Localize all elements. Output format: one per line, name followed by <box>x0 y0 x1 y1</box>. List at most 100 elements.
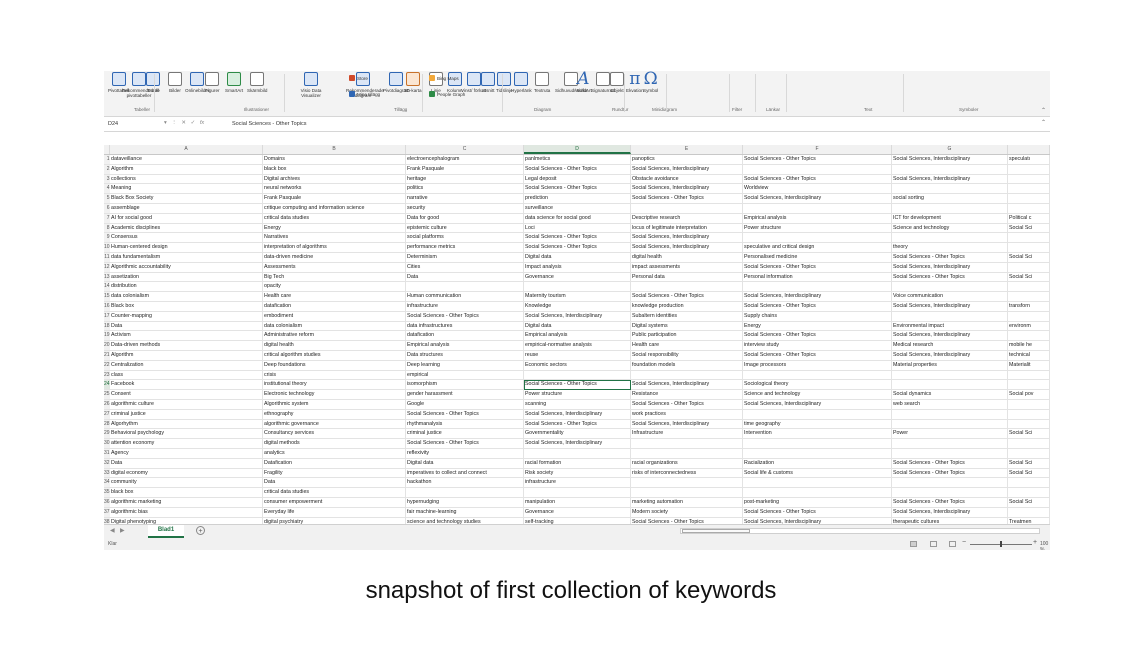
cell[interactable]: Digital systems <box>631 321 743 332</box>
ribbon-button-wordart[interactable]: A WordArt <box>575 71 592 104</box>
cell[interactable]: Social Sciences, Interdisciplinary <box>631 419 743 430</box>
cell[interactable]: criminal justice <box>110 409 263 420</box>
cell[interactable]: performance metrics <box>406 243 524 253</box>
cell[interactable]: Social Sci <box>1008 468 1050 479</box>
cell[interactable] <box>631 449 743 459</box>
cell[interactable] <box>743 282 892 293</box>
cell[interactable] <box>743 204 892 214</box>
cell[interactable]: Social Sciences - Other Topics <box>743 351 892 361</box>
cell[interactable]: transforn <box>1008 302 1050 312</box>
cell[interactable] <box>743 409 892 420</box>
cell[interactable]: Social Sciences, Interdisciplinary <box>892 155 1008 165</box>
cell[interactable]: Social Sciences, Interdisciplinary <box>743 194 892 204</box>
ribbon-button-3d-map[interactable]: 3D-karta <box>404 72 422 104</box>
cell[interactable]: infrastructure <box>524 478 631 489</box>
cell[interactable]: data infrastructures <box>406 321 524 332</box>
cell[interactable]: Health care <box>263 292 406 302</box>
cell[interactable] <box>1008 370 1050 381</box>
cell[interactable]: Empirical analysis <box>524 331 631 342</box>
cell[interactable]: collections <box>110 174 263 185</box>
fx-icon[interactable]: fx <box>200 120 204 126</box>
cell[interactable]: Social Sci <box>1008 223 1050 234</box>
cell[interactable] <box>1008 419 1050 430</box>
cell[interactable] <box>892 439 1008 449</box>
cell[interactable]: class <box>110 370 263 381</box>
ribbon-button-equation[interactable]: π Ekvation <box>626 71 644 104</box>
cell[interactable]: Social Sciences - Other Topics <box>406 409 524 420</box>
cell[interactable]: critical algorithm studies <box>263 351 406 361</box>
cell[interactable]: marketing automation <box>631 498 743 508</box>
cell[interactable]: Big Tech <box>263 272 406 283</box>
name-box[interactable]: D24 <box>108 120 150 128</box>
cell[interactable]: Social Sciences - Other Topics <box>631 292 743 302</box>
cell[interactable] <box>743 164 892 175</box>
cell[interactable]: Centralization <box>110 360 263 371</box>
cell[interactable]: foundation models <box>631 360 743 371</box>
cell[interactable]: Intervention <box>743 429 892 440</box>
cell[interactable]: prediction <box>524 194 631 204</box>
cell[interactable]: Power structure <box>743 223 892 234</box>
cell[interactable]: Social Sciences, Interdisciplinary <box>892 262 1008 273</box>
cell[interactable] <box>1008 478 1050 489</box>
cell[interactable]: Cities <box>406 262 524 273</box>
cell[interactable] <box>743 233 892 244</box>
cell[interactable]: data colonialism <box>110 292 263 302</box>
cell[interactable]: Social Sciences, Interdisciplinary <box>631 233 743 244</box>
cell[interactable] <box>743 488 892 498</box>
cell[interactable]: electroencephalogram <box>406 155 524 165</box>
cell[interactable]: consumer empowerment <box>263 498 406 508</box>
cell[interactable] <box>1008 331 1050 342</box>
cell[interactable]: speculatı <box>1008 155 1050 165</box>
cell[interactable]: algorithmic governance <box>263 419 406 430</box>
cell[interactable]: Social Sciences - Other Topics <box>892 253 1008 263</box>
horizontal-scrollbar[interactable] <box>680 528 1040 534</box>
cell[interactable]: Legal deposit <box>524 174 631 185</box>
cell[interactable]: Social Sciences, Interdisciplinary <box>892 507 1008 518</box>
cell[interactable]: Maternity tourism <box>524 292 631 302</box>
cell[interactable]: criminal justice <box>406 429 524 440</box>
cell[interactable]: isomorphism <box>406 380 524 391</box>
cell[interactable]: Data <box>110 458 263 469</box>
cell[interactable] <box>631 282 743 293</box>
cell[interactable]: Algorhythm <box>110 419 263 430</box>
cell[interactable]: infrastructure <box>406 302 524 312</box>
cell[interactable]: speculative and critical design <box>743 243 892 253</box>
cell[interactable]: Black box <box>110 302 263 312</box>
ribbon-button-hyperlink[interactable]: Hyperlänk <box>511 72 532 104</box>
cell[interactable]: Social Sciences - Other Topics <box>892 272 1008 283</box>
cell[interactable]: Social Sciences - Other Topics <box>743 331 892 342</box>
cell[interactable]: Data-driven methods <box>110 341 263 351</box>
cell[interactable]: Social Sciences - Other Topics <box>743 507 892 518</box>
cell[interactable]: Social Sciences - Other Topics <box>524 184 631 195</box>
cell[interactable]: Deep learning <box>406 360 524 371</box>
cell[interactable]: embodiment <box>263 311 406 322</box>
cell[interactable]: Supply chains <box>743 311 892 322</box>
cell[interactable]: digital economy <box>110 468 263 479</box>
cell[interactable] <box>524 370 631 381</box>
cell[interactable]: Social Sciences - Other Topics <box>631 400 743 410</box>
cell[interactable] <box>631 478 743 489</box>
cell[interactable]: algorithmic bias <box>110 507 263 518</box>
cell[interactable]: Agency <box>110 449 263 459</box>
cell[interactable]: Infrastructure <box>631 429 743 440</box>
sheet-tab-blad1[interactable]: Blad1 <box>148 525 184 538</box>
column-header-h[interactable] <box>1008 145 1050 154</box>
cell[interactable]: Social Sci <box>1008 458 1050 469</box>
cell[interactable]: Power structure <box>524 390 631 400</box>
cell[interactable]: panlmetics <box>524 155 631 165</box>
worksheet-grid[interactable]: 1 dataveillance Domains electroencephalogra… <box>104 155 1050 524</box>
cell[interactable]: Energy <box>743 321 892 332</box>
cell[interactable]: Risk society <box>524 468 631 479</box>
formula-bar-controls[interactable]: ▾ ⋮ ✕ ✓ fx <box>164 120 204 126</box>
cell[interactable]: Consent <box>110 390 263 400</box>
cell[interactable] <box>1008 174 1050 185</box>
cell[interactable]: Social Sciences, Interdisciplinary <box>892 174 1008 185</box>
cell[interactable]: dataveillance <box>110 155 263 165</box>
cell[interactable]: Social Sciences, Interdisciplinary <box>892 302 1008 312</box>
cell[interactable]: Empirical analysis <box>743 213 892 224</box>
cell[interactable]: black box <box>110 488 263 498</box>
cell[interactable]: Data structures <box>406 351 524 361</box>
cell[interactable] <box>892 282 1008 293</box>
cell[interactable]: neural networks <box>263 184 406 195</box>
cell[interactable]: Governance <box>524 507 631 518</box>
